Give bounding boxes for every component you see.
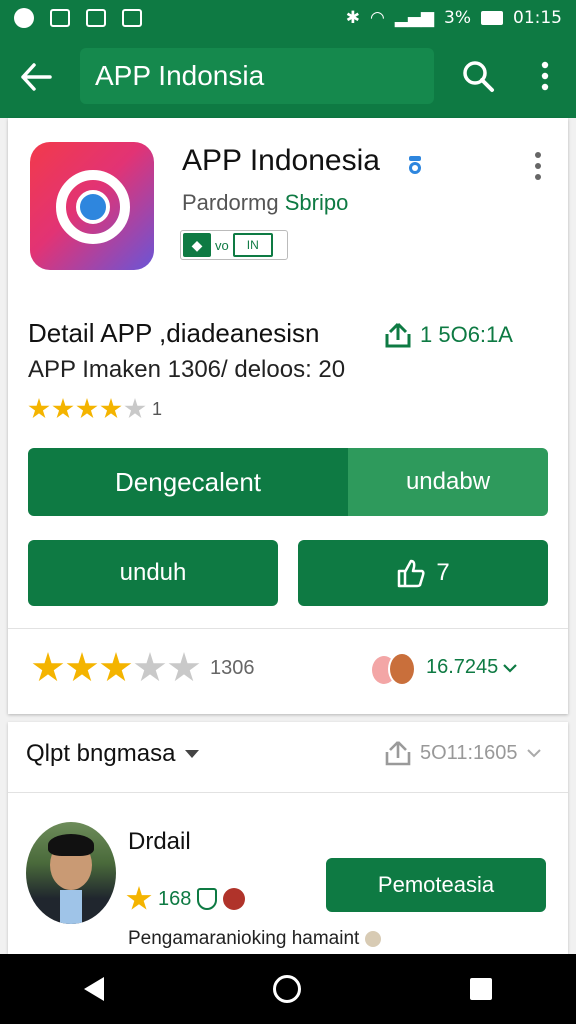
status-bar: ✱ ◠ ▂▄▆ 3% 01:15	[0, 0, 576, 36]
rating-count: 1306	[210, 656, 255, 679]
more-vert-icon	[541, 61, 549, 91]
details-metric-value: 1 5O6:1A	[420, 322, 513, 347]
reviews-sort-dropdown[interactable]: Qlpt bngmasa	[26, 740, 200, 768]
briefcase-notification-icon	[86, 9, 106, 27]
system-nav-bar	[0, 954, 576, 1024]
reviewers-avatars	[370, 652, 418, 688]
details-title: Detail APP ,diadeanesisn	[28, 318, 320, 348]
app-logo-icon[interactable]	[30, 142, 154, 270]
rating-count-small: 1	[152, 398, 163, 419]
star-empty-icon	[124, 398, 146, 419]
install-button[interactable]: Dengecalent	[28, 448, 348, 516]
dropdown-icon	[185, 750, 200, 758]
upload-box-icon	[385, 741, 411, 766]
developer-accent: Sbripo	[284, 190, 349, 215]
badge-box: IN	[232, 233, 273, 257]
emoji-icon	[365, 931, 382, 947]
status-notifications	[14, 8, 142, 28]
star-icon	[28, 398, 50, 419]
nav-recents-icon[interactable]	[469, 978, 492, 1000]
install-alt-button[interactable]: undabw	[348, 448, 548, 516]
search-button[interactable]	[448, 48, 508, 104]
star-icon	[100, 652, 132, 682]
upload-box-icon	[385, 322, 411, 348]
nav-home-icon[interactable]	[272, 975, 301, 1003]
app-title: APP Indonesia	[182, 144, 380, 177]
star-empty-icon	[168, 652, 200, 682]
rating-stars-large[interactable]: 1306	[32, 652, 255, 684]
section-title: Qlpt bngmasa	[26, 740, 176, 767]
content-badges: ◆ vo IN	[180, 230, 288, 260]
star-empty-icon	[134, 652, 166, 682]
star-icon	[126, 886, 152, 910]
review-action-button[interactable]: Pemoteasia	[326, 858, 546, 912]
review-text-content: Pengamaranioking hamaint	[128, 928, 360, 949]
search-icon	[463, 61, 494, 92]
unduh-button[interactable]: unduh	[28, 540, 278, 606]
shield-icon: ◆	[183, 233, 211, 257]
developer-name[interactable]: Pardormg Sbripo	[182, 190, 348, 216]
star-icon	[32, 652, 64, 682]
details-metric: 1 5O6:1A	[384, 322, 513, 348]
review-meta: 168	[126, 886, 246, 912]
ratings-metric-value: 16.7245	[426, 656, 499, 678]
developer-prefix: Pardormg	[182, 190, 279, 215]
app-detail-card: APP Indonesia Pardormg Sbripo ◆ vo IN De…	[8, 118, 568, 714]
status-system: ✱ ◠ ▂▄▆ 3% 01:15	[346, 8, 562, 28]
star-icon	[76, 398, 98, 419]
star-icon	[100, 398, 122, 419]
ratings-metric[interactable]: 16.7245	[426, 656, 518, 679]
rating-stars-small: 1	[28, 398, 162, 420]
review-score: 168	[158, 887, 192, 910]
wifi-icon: ◠	[369, 8, 385, 28]
verified-icon	[409, 156, 421, 174]
bluetooth-icon: ✱	[345, 8, 360, 28]
app-bar: APP Indonsia	[0, 36, 576, 118]
app-more-button[interactable]	[526, 148, 550, 184]
divider	[8, 628, 568, 629]
search-input[interactable]: APP Indonsia	[80, 48, 434, 104]
reviewer-name: Drdail	[128, 828, 191, 855]
back-button[interactable]	[0, 36, 72, 118]
battery-icon	[481, 11, 503, 25]
arrow-left-icon	[21, 63, 52, 91]
star-icon	[52, 398, 74, 419]
star-icon	[66, 652, 98, 682]
section-metric-value: 5O11:1605	[420, 741, 518, 764]
review-text: Pengamaranioking hamaint	[128, 928, 382, 950]
install-group: Dengecalent undabw	[28, 448, 548, 516]
more-options-button[interactable]	[520, 48, 570, 104]
details-subtitle: APP Imaken 1306/ deloos: 20	[28, 356, 346, 383]
section-metric[interactable]: 5O11:1605	[384, 740, 542, 766]
shield-icon	[197, 888, 218, 910]
image-notification-icon	[50, 9, 70, 27]
divider	[8, 792, 568, 793]
chevron-down-icon	[503, 663, 518, 673]
clock: 01:15	[513, 8, 562, 28]
like-button[interactable]: 7	[298, 540, 548, 606]
like-count: 7	[436, 559, 450, 586]
chevron-down-icon	[526, 749, 541, 758]
badge-icon	[223, 888, 246, 910]
reviews-card: Qlpt bngmasa 5O11:1605 Drdail 168 Pemote…	[8, 722, 568, 954]
signal-icon: ▂▄▆	[394, 8, 435, 28]
chat-notification-icon	[14, 8, 34, 28]
app-notification-icon	[122, 9, 142, 27]
battery-percent: 3%	[444, 8, 471, 28]
thumbs-up-icon	[398, 559, 425, 588]
nav-back-icon[interactable]	[84, 977, 105, 1001]
badge-label: vo	[215, 237, 229, 253]
avatar[interactable]	[26, 822, 116, 924]
